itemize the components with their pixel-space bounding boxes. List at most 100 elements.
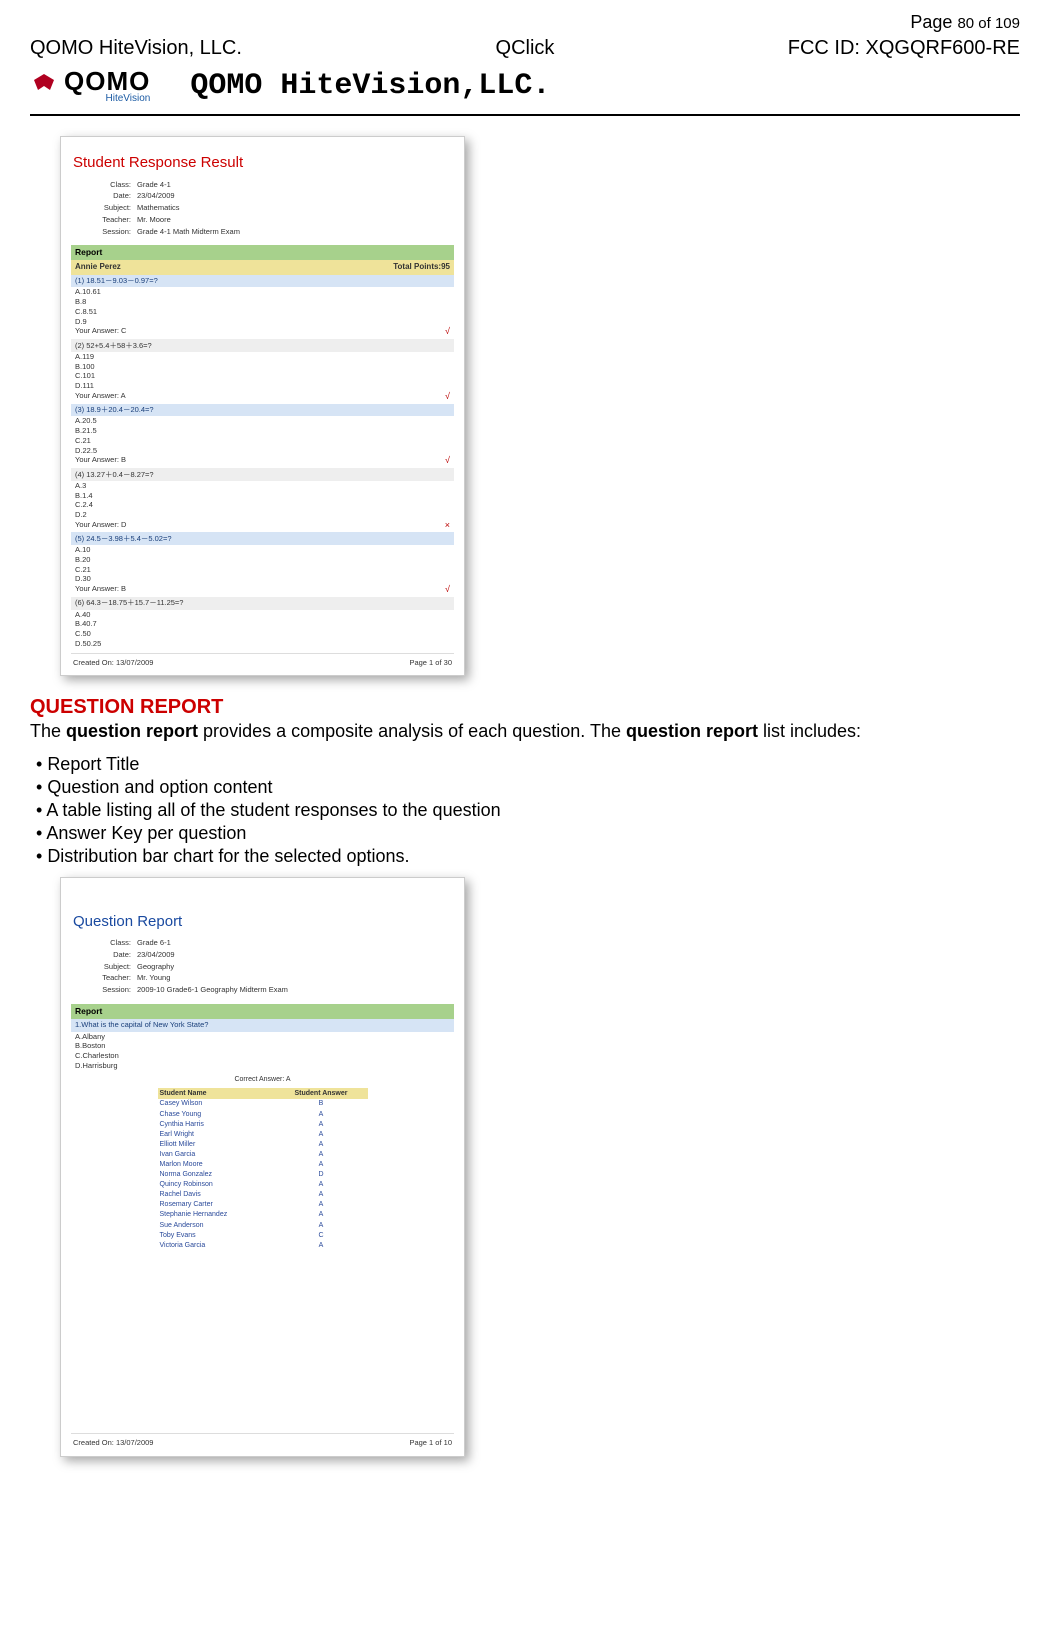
table-row: Norma GonzalezD xyxy=(158,1170,368,1180)
header-divider xyxy=(30,114,1020,116)
bullet-item: Question and option content xyxy=(36,777,1020,798)
table-header-name: Student Name xyxy=(158,1088,275,1099)
option-text: C.50 xyxy=(71,629,454,639)
option-text: B.20 xyxy=(71,555,454,565)
created-on: Created On: 13/07/2009 xyxy=(73,658,153,668)
shot1-footer: Created On: 13/07/2009 Page 1 of 30 xyxy=(71,653,454,668)
check-icon: √ xyxy=(445,584,450,596)
table-row: Victoria GarciaA xyxy=(158,1240,368,1250)
product-name: QClick xyxy=(362,37,689,60)
option-text: C.Charleston xyxy=(71,1051,454,1061)
section-intro: The question report provides a composite… xyxy=(30,719,1020,743)
bullet-item: Distribution bar chart for the selected … xyxy=(36,846,1020,867)
table-row: Rachel DavisA xyxy=(158,1190,368,1200)
page-container: Page 80 of 109 QOMO HiteVision, LLC. QCl… xyxy=(0,0,1050,1517)
option-text: B.100 xyxy=(71,362,454,372)
brand-title: QOMO HiteVision,LLC. xyxy=(190,69,550,103)
answer-row: Your Answer: B√ xyxy=(71,584,454,597)
table-row: Quincy RobinsonA xyxy=(158,1180,368,1190)
screenshot-student-response: Student Response Result Class:Grade 4-1 … xyxy=(60,136,465,676)
logo-sub-text: HiteVision xyxy=(64,94,150,104)
option-text: A.Albany xyxy=(71,1032,454,1042)
option-text: D.30 xyxy=(71,574,454,584)
option-text: A.20.5 xyxy=(71,416,454,426)
table-row: Rosemary CarterA xyxy=(158,1200,368,1210)
option-text: C.8.51 xyxy=(71,307,454,317)
fcc-id: FCC ID: XQGQRF600-RE xyxy=(693,37,1020,60)
report-header-bar: Report xyxy=(71,1004,454,1019)
student-name: Annie Perez xyxy=(75,262,121,272)
table-row: Chase YoungA xyxy=(158,1109,368,1119)
check-icon: √ xyxy=(445,455,450,467)
option-text: D.50.25 xyxy=(71,639,454,649)
option-text: C.101 xyxy=(71,371,454,381)
table-body: Casey WilsonBChase YoungACynthia HarrisA… xyxy=(158,1099,368,1250)
table-row: Cynthia HarrisA xyxy=(158,1119,368,1129)
check-icon: √ xyxy=(445,326,450,338)
student-answer-table: Student Name Student Answer Casey Wilson… xyxy=(158,1088,368,1251)
answer-row: Your Answer: C√ xyxy=(71,326,454,339)
student-row: Annie Perez Total Points:95 xyxy=(71,260,454,274)
table-header-answer: Student Answer xyxy=(274,1088,367,1099)
table-row: Earl WrightA xyxy=(158,1129,368,1139)
page-current: 80 xyxy=(957,15,974,32)
page-label-prefix: Page xyxy=(910,12,957,32)
option-text: C.2.4 xyxy=(71,500,454,510)
question-list: (1) 18.51－9.03－0.97=?A.10.61B.8C.8.51D.9… xyxy=(71,275,454,649)
brand-logo: QOMO HiteVision xyxy=(30,68,150,104)
header-top-row: Page 80 of 109 xyxy=(30,12,1020,33)
created-on: Created On: 13/07/2009 xyxy=(73,1438,153,1448)
option-text: C.21 xyxy=(71,565,454,575)
logo-mark-icon xyxy=(30,72,58,100)
shot1-page: Page 1 of 30 xyxy=(409,658,452,668)
header-second-row: QOMO HiteVision, LLC. QClick FCC ID: XQG… xyxy=(30,37,1020,60)
question-row: (3) 18.9＋20.4－20.4=? xyxy=(71,404,454,417)
question-row: (1) 18.51－9.03－0.97=? xyxy=(71,275,454,288)
option-text: D.22.5 xyxy=(71,446,454,456)
shot2-footer: Created On: 13/07/2009 Page 1 of 10 xyxy=(71,1433,454,1448)
question-options: A.AlbanyB.BostonC.CharlestonD.Harrisburg xyxy=(71,1032,454,1071)
page-number: Page 80 of 109 xyxy=(910,12,1020,33)
question-text: 1.What is the capital of New York State? xyxy=(71,1019,454,1032)
option-text: B.1.4 xyxy=(71,491,454,501)
table-row: Elliott MillerA xyxy=(158,1139,368,1149)
answer-row: Your Answer: A√ xyxy=(71,391,454,404)
option-text: B.8 xyxy=(71,297,454,307)
answer-row: Your Answer: D× xyxy=(71,520,454,533)
total-points: Total Points:95 xyxy=(393,262,450,272)
question-row: (4) 13.27＋0.4－8.27=? xyxy=(71,468,454,481)
wrong-icon: × xyxy=(445,520,450,532)
section-title: QUESTION REPORT xyxy=(30,696,1020,719)
option-text: A.10 xyxy=(71,545,454,555)
report-header-bar: Report xyxy=(71,245,454,260)
shot2-page: Page 1 of 10 xyxy=(409,1438,452,1448)
option-text: C.21 xyxy=(71,436,454,446)
option-text: D.111 xyxy=(71,381,454,391)
company-name: QOMO HiteVision, LLC. xyxy=(30,37,357,60)
option-text: D.2 xyxy=(71,510,454,520)
screenshot-question-report: Question Report Class:Grade 6-1 Date:23/… xyxy=(60,877,465,1457)
table-row: Stephanie HernandezA xyxy=(158,1210,368,1220)
question-row: (5) 24.5－3.98＋5.4－5.02=? xyxy=(71,532,454,545)
table-row: Toby EvansC xyxy=(158,1230,368,1240)
option-text: D.Harrisburg xyxy=(71,1061,454,1071)
option-text: B.40.7 xyxy=(71,619,454,629)
bullet-item: A table listing all of the student respo… xyxy=(36,800,1020,821)
table-row: Casey WilsonB xyxy=(158,1099,368,1109)
correct-answer: Correct Answer: A xyxy=(71,1075,454,1084)
option-text: A.10.61 xyxy=(71,287,454,297)
check-icon: √ xyxy=(445,391,450,403)
logo-row: QOMO HiteVision QOMO HiteVision,LLC. xyxy=(30,68,1020,104)
logo-main-text: QOMO xyxy=(64,68,150,94)
table-row: Marlon MooreA xyxy=(158,1159,368,1169)
option-text: A.3 xyxy=(71,481,454,491)
question-row: (6) 64.3－18.75＋15.7－11.25=? xyxy=(71,597,454,610)
table-row: Ivan GarciaA xyxy=(158,1149,368,1159)
table-row: Sue AndersonA xyxy=(158,1220,368,1230)
page-of: of 109 xyxy=(974,15,1020,32)
option-text: B.21.5 xyxy=(71,426,454,436)
option-text: A.40 xyxy=(71,610,454,620)
shot2-title: Question Report xyxy=(71,908,454,938)
option-text: D.9 xyxy=(71,317,454,327)
bullet-item: Report Title xyxy=(36,754,1020,775)
